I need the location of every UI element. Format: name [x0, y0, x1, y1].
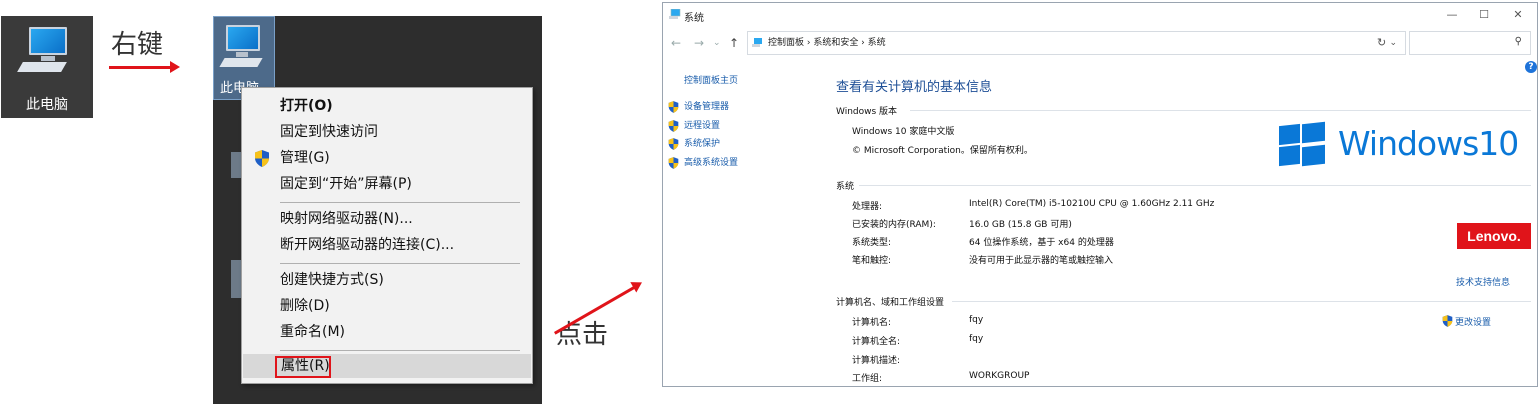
maximize-button[interactable]: ☐ — [1470, 6, 1498, 24]
uac-shield-icon — [1442, 315, 1453, 327]
system-window: 系统 — ☐ ✕ ← → ⌄ ↑ 控制面板 › 系统和安全 › 系统 ⌄ ↻ ⚲… — [662, 2, 1538, 387]
menu-item-rename[interactable]: 重命名(M) — [242, 320, 532, 344]
uac-shield-icon — [668, 101, 679, 113]
close-button[interactable]: ✕ — [1504, 6, 1532, 24]
highlight-box — [275, 356, 331, 378]
link-label: 更改设置 — [1455, 318, 1492, 328]
menu-separator — [280, 350, 520, 351]
minimize-button[interactable]: — — [1438, 6, 1466, 24]
system-protection-link[interactable]: 系统保护 — [668, 137, 720, 151]
chevron-down-icon[interactable]: ⌄ — [1389, 32, 1397, 54]
uac-shield-icon — [255, 150, 269, 167]
workgroup-label: 工作组: — [852, 374, 883, 384]
control-panel-icon — [752, 38, 762, 47]
full-computer-name-label: 计算机全名: — [852, 337, 901, 347]
computer-name-value: fqy — [969, 315, 984, 325]
section-windows-edition: Windows 版本 — [836, 107, 898, 117]
link-label: 远程设置 — [684, 121, 721, 131]
menu-item-map-drive[interactable]: 映射网络驱动器(N)... — [242, 207, 532, 231]
computer-description-label: 计算机描述: — [852, 356, 901, 366]
window-title: 系统 — [684, 13, 704, 24]
pen-touch-value: 没有可用于此显示器的笔或触控输入 — [969, 256, 1114, 266]
page-title: 查看有关计算机的基本信息 — [836, 80, 993, 95]
ram-label: 已安装的内存(RAM): — [852, 220, 936, 230]
section-system: 系统 — [836, 182, 855, 192]
step-right-click-label: 右键 — [111, 30, 164, 60]
ram-value: 16.0 GB (15.8 GB 可用) — [969, 220, 1072, 230]
uac-shield-icon — [668, 157, 679, 169]
help-icon[interactable]: ? — [1525, 61, 1537, 73]
processor-value: Intel(R) Core(TM) i5-10210U CPU @ 1.60GH… — [969, 199, 1215, 209]
support-info-link[interactable]: 技术支持信息 — [1456, 275, 1510, 288]
menu-item-label: 管理(G) — [280, 150, 330, 166]
section-divider — [910, 110, 1531, 111]
address-bar[interactable]: 控制面板 › 系统和安全 › 系统 ⌄ — [747, 31, 1406, 55]
search-icon: ⚲ — [1514, 36, 1522, 47]
menu-separator — [280, 263, 520, 264]
link-label: 高级系统设置 — [684, 158, 739, 168]
uac-shield-icon — [668, 138, 679, 150]
workgroup-value: WORKGROUP — [969, 371, 1030, 381]
menu-item-manage[interactable]: 管理(G) — [242, 146, 532, 170]
change-settings-link[interactable]: 更改设置 — [1442, 315, 1491, 328]
menu-item-create-shortcut[interactable]: 创建快捷方式(S) — [242, 268, 532, 292]
menu-separator — [280, 202, 520, 203]
this-pc-desktop-icon[interactable]: 此电脑 — [1, 16, 93, 118]
device-manager-link[interactable]: 设备管理器 — [668, 100, 729, 114]
windows-logo-text: Windows10 — [1338, 124, 1519, 163]
menu-item-properties[interactable]: 属性(R) — [243, 354, 531, 378]
desktop-icon-label: 此电脑 — [26, 97, 68, 113]
step-arrow — [109, 61, 180, 73]
left-navigation: 控制面板主页 设备管理器 远程设置 系统保护 高级系统设置 — [663, 59, 823, 379]
section-divider — [952, 301, 1531, 302]
system-type-value: 64 位操作系统，基于 x64 的处理器 — [969, 238, 1114, 248]
step-click-label: 点击 — [556, 320, 609, 350]
processor-label: 处理器: — [852, 202, 883, 212]
windows-logo-icon — [1279, 121, 1325, 167]
menu-item-pin-quick-access[interactable]: 固定到快速访问 — [242, 120, 532, 144]
uac-shield-icon — [668, 120, 679, 132]
section-divider — [859, 185, 1531, 186]
up-arrow-icon[interactable]: ↑ — [729, 36, 739, 50]
section-computer-name: 计算机名、域和工作组设置 — [836, 298, 945, 308]
refresh-icon[interactable]: ↻ — [1377, 36, 1386, 49]
windows-edition-value: Windows 10 家庭中文版 — [852, 127, 955, 137]
menu-item-pin-start[interactable]: 固定到“开始”屏幕(P) — [242, 172, 532, 196]
copyright-text: © Microsoft Corporation。保留所有权利。 — [852, 146, 1033, 156]
menu-item-delete[interactable]: 删除(D) — [242, 294, 532, 318]
forward-arrow-icon[interactable]: → — [694, 36, 704, 50]
recent-chevron-icon[interactable]: ⌄ — [713, 38, 721, 48]
menu-item-open[interactable]: 打开(O) — [242, 94, 532, 118]
title-bar[interactable]: 系统 — ☐ ✕ — [663, 3, 1537, 27]
computer-name-label: 计算机名: — [852, 318, 892, 328]
back-arrow-icon[interactable]: ← — [671, 36, 681, 50]
pen-touch-label: 笔和触控: — [852, 256, 892, 266]
system-icon — [669, 9, 681, 19]
remote-settings-link[interactable]: 远程设置 — [668, 119, 720, 133]
context-menu: 打开(O) 固定到快速访问 管理(G) 固定到“开始”屏幕(P) 映射网络驱动器… — [241, 87, 533, 384]
lenovo-logo: Lenovo. — [1457, 223, 1531, 249]
link-label: 设备管理器 — [684, 102, 730, 112]
system-type-label: 系统类型: — [852, 238, 892, 248]
full-computer-name-value: fqy — [969, 334, 984, 344]
advanced-system-settings-link[interactable]: 高级系统设置 — [668, 156, 738, 170]
search-input[interactable]: ⚲ — [1409, 31, 1531, 55]
breadcrumb: 控制面板 › 系统和安全 › 系统 — [768, 38, 886, 48]
menu-item-disconnect-drive[interactable]: 断开网络驱动器的连接(C)... — [242, 233, 532, 257]
control-panel-home-link[interactable]: 控制面板主页 — [684, 73, 738, 86]
address-bar-row: ← → ⌄ ↑ 控制面板 › 系统和安全 › 系统 ⌄ ↻ ⚲ — [663, 31, 1537, 57]
link-label: 系统保护 — [684, 139, 721, 149]
